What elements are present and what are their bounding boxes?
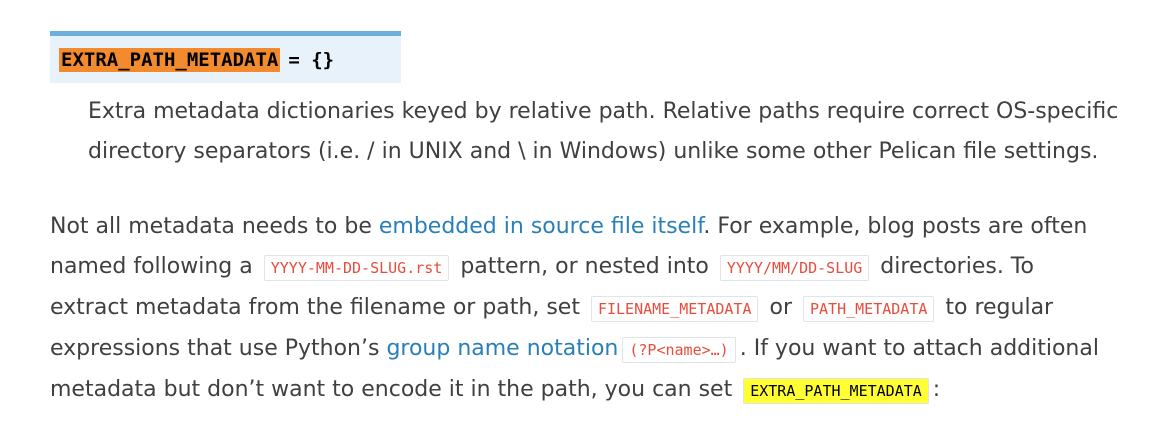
paragraph-text: : — [932, 377, 941, 402]
code-literal-slug-dir: YYYY/MM/DD-SLUG — [719, 255, 870, 281]
paragraph-text: metadata but don’t want to encode it in … — [50, 377, 740, 402]
setting-default-value: = {} — [288, 48, 335, 71]
paragraph-line-4: expressions that use Python’s group name… — [50, 329, 1170, 370]
code-literal-named-group: (?P<name>…) — [622, 337, 736, 363]
paragraph-text: extract metadata from the filename or pa… — [50, 295, 587, 320]
paragraph-text: named following a — [50, 254, 260, 279]
paragraph: Not all metadata needs to be embedded in… — [50, 207, 1170, 411]
paragraph-line-2: named following a YYYY-MM-DD-SLUG.rst pa… — [50, 247, 1170, 288]
setting-name: EXTRA_PATH_METADATA — [59, 47, 281, 72]
setting-description: Extra metadata dictionaries keyed by rel… — [88, 92, 1168, 172]
paragraph-text: pattern, or nested into — [453, 254, 716, 279]
paragraph-text: to regular — [938, 295, 1054, 320]
paragraph-text: directories. To — [873, 254, 1034, 279]
code-literal-filename-metadata: FILENAME_METADATA — [590, 296, 759, 322]
paragraph-line-3: extract metadata from the filename or pa… — [50, 288, 1170, 329]
paragraph-line-5: metadata but don’t want to encode it in … — [50, 370, 1170, 411]
paragraph-text: Not all metadata needs to be — [50, 214, 379, 239]
paragraph-line-1: Not all metadata needs to be embedded in… — [50, 207, 1170, 247]
setting-signature: EXTRA_PATH_METADATA = {} — [50, 31, 401, 83]
setting-description-line-1: Extra metadata dictionaries keyed by rel… — [88, 99, 1119, 124]
paragraph-text: . If you want to attach additional — [739, 336, 1099, 361]
code-literal-slug-rst: YYYY-MM-DD-SLUG.rst — [263, 255, 450, 281]
setting-description-line-2: directory separators (i.e. / in UNIX and… — [88, 139, 1099, 164]
group-name-notation-link[interactable]: group name notation — [386, 336, 618, 361]
paragraph-text: or — [762, 295, 799, 320]
code-literal-path-metadata: PATH_METADATA — [802, 296, 935, 322]
paragraph-text: . For example, blog posts are often — [703, 214, 1088, 239]
embedded-metadata-link[interactable]: embedded in source file itself — [379, 214, 703, 239]
paragraph-text: expressions that use Python’s — [50, 336, 387, 361]
code-literal-extra-path-metadata-highlighted: EXTRA_PATH_METADATA — [743, 378, 929, 404]
